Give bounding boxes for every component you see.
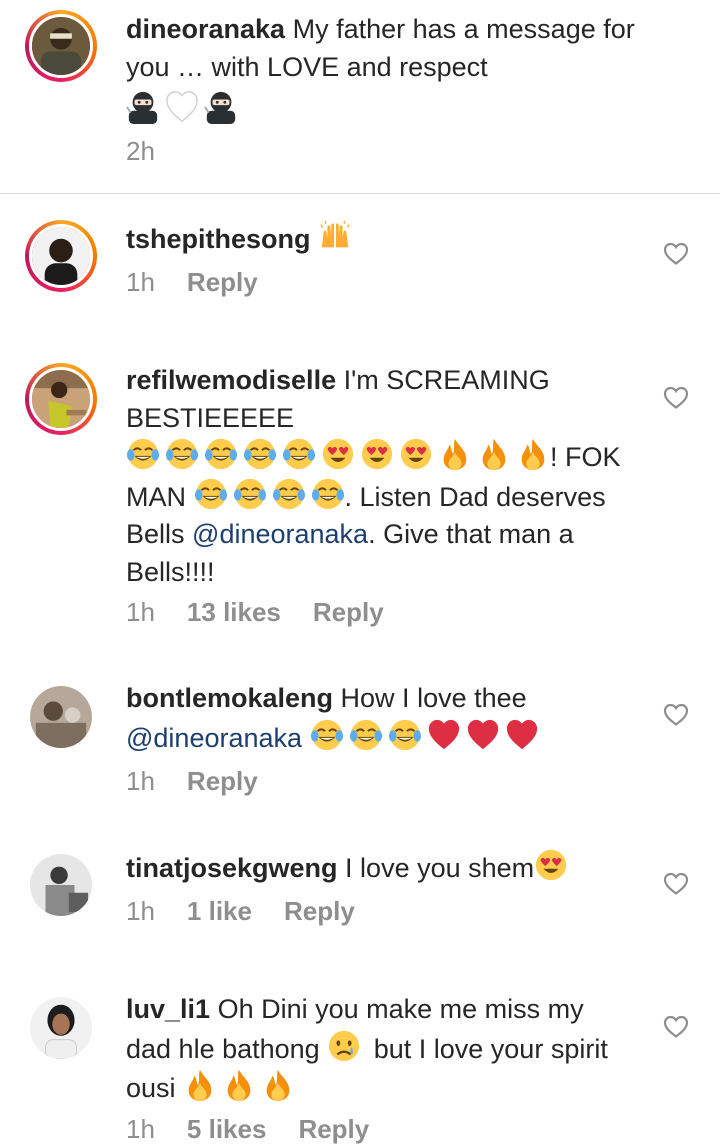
- story-ring[interactable]: [25, 363, 97, 435]
- likes-count[interactable]: 5 likes: [187, 1114, 267, 1145]
- username[interactable]: refilwemodiselle: [126, 365, 336, 395]
- fire-emoji-icon: [222, 1068, 256, 1102]
- caption-text: dineoranaka My father has a message for …: [126, 11, 666, 130]
- ninja-emoji-icon: [204, 90, 238, 124]
- avatar-frame[interactable]: [25, 992, 97, 1064]
- heart-eyes-emoji-icon: [360, 437, 394, 471]
- tears-of-joy-emoji-icon: [194, 477, 228, 511]
- comment-meta: 1h Reply: [126, 267, 290, 298]
- reply-button[interactable]: Reply: [187, 267, 258, 298]
- avatar-frame[interactable]: [25, 681, 97, 753]
- tears-of-joy-emoji-icon: [233, 477, 267, 511]
- avatar[interactable]: [29, 14, 93, 78]
- timestamp: 1h: [126, 896, 155, 926]
- avatar[interactable]: [29, 224, 93, 288]
- tears-of-joy-emoji-icon: [243, 437, 277, 471]
- tears-of-joy-emoji-icon: [272, 477, 306, 511]
- like-heart-icon[interactable]: [663, 386, 689, 410]
- comment-meta: 1h 13 likes Reply: [126, 597, 416, 628]
- tears-of-joy-emoji-icon: [165, 437, 199, 471]
- reply-button[interactable]: Reply: [187, 766, 258, 797]
- heart-eyes-emoji-icon: [399, 437, 433, 471]
- tears-of-joy-emoji-icon: [349, 718, 383, 752]
- tears-of-joy-emoji-icon: [282, 437, 316, 471]
- comment-body: I love you shem: [345, 853, 535, 883]
- crying-face-emoji-icon: [327, 1029, 361, 1063]
- mention-link[interactable]: @dineoranaka: [192, 519, 368, 549]
- avatar[interactable]: [29, 367, 93, 431]
- comment-text: bontlemokaleng How I love thee @dineoran…: [126, 680, 626, 757]
- timestamp: 1h: [126, 597, 155, 627]
- like-heart-icon[interactable]: [663, 1015, 689, 1039]
- likes-count[interactable]: 1 like: [187, 896, 252, 927]
- story-ring[interactable]: [25, 10, 97, 82]
- red-heart-emoji-icon: [466, 718, 500, 752]
- caption-meta: 2h: [126, 136, 187, 167]
- fire-emoji-icon: [183, 1068, 217, 1102]
- red-heart-emoji-icon: [427, 718, 461, 752]
- reply-button[interactable]: Reply: [313, 597, 384, 628]
- username[interactable]: luv_li1: [126, 994, 210, 1024]
- like-heart-icon[interactable]: [663, 242, 689, 266]
- username[interactable]: dineoranaka: [126, 14, 285, 44]
- story-ring[interactable]: [25, 220, 97, 292]
- tears-of-joy-emoji-icon: [311, 477, 345, 511]
- comment-body: How I love thee: [340, 683, 527, 713]
- username[interactable]: tinatjosekgweng: [126, 853, 338, 883]
- comment-text: tinatjosekgweng I love you shem: [126, 848, 626, 888]
- avatar[interactable]: [30, 997, 92, 1059]
- tears-of-joy-emoji-icon: [310, 718, 344, 752]
- fire-emoji-icon: [477, 437, 511, 471]
- ninja-emoji-icon: [126, 90, 160, 124]
- tears-of-joy-emoji-icon: [204, 437, 238, 471]
- fire-emoji-icon: [516, 437, 550, 471]
- avatar[interactable]: [30, 686, 92, 748]
- like-heart-icon[interactable]: [663, 872, 689, 896]
- tears-of-joy-emoji-icon: [126, 437, 160, 471]
- avatar-frame[interactable]: [25, 849, 97, 921]
- fire-emoji-icon: [261, 1068, 295, 1102]
- heart-eyes-emoji-icon: [321, 437, 355, 471]
- fire-emoji-icon: [438, 437, 472, 471]
- raising-hands-emoji-icon: [318, 219, 352, 253]
- avatar[interactable]: [30, 854, 92, 916]
- likes-count[interactable]: 13 likes: [187, 597, 281, 628]
- comment-meta: 1h 1 like Reply: [126, 896, 387, 927]
- heart-eyes-emoji-icon: [534, 848, 568, 882]
- timestamp: 1h: [126, 1114, 155, 1144]
- timestamp: 2h: [126, 136, 155, 166]
- white-heart-emoji-icon: [165, 90, 199, 124]
- mention-link[interactable]: @dineoranaka: [126, 723, 302, 753]
- timestamp: 1h: [126, 766, 155, 796]
- comment-text: luv_li1 Oh Dini you make me miss my dad …: [126, 991, 626, 1108]
- caption-emoji-line: [126, 90, 666, 130]
- red-heart-emoji-icon: [505, 718, 539, 752]
- comment-meta: 1h Reply: [126, 766, 290, 797]
- comment-meta: 1h 5 likes Reply: [126, 1114, 401, 1145]
- timestamp: 1h: [126, 267, 155, 297]
- like-heart-icon[interactable]: [663, 703, 689, 727]
- divider: [0, 193, 720, 194]
- reply-button[interactable]: Reply: [284, 896, 355, 927]
- comment-text: refilwemodiselle I'm SCREAMING BESTIEEEE…: [126, 362, 626, 591]
- tears-of-joy-emoji-icon: [388, 718, 422, 752]
- comment-text: tshepithesong: [126, 219, 626, 259]
- reply-button[interactable]: Reply: [298, 1114, 369, 1145]
- username[interactable]: bontlemokaleng: [126, 683, 333, 713]
- username[interactable]: tshepithesong: [126, 224, 311, 254]
